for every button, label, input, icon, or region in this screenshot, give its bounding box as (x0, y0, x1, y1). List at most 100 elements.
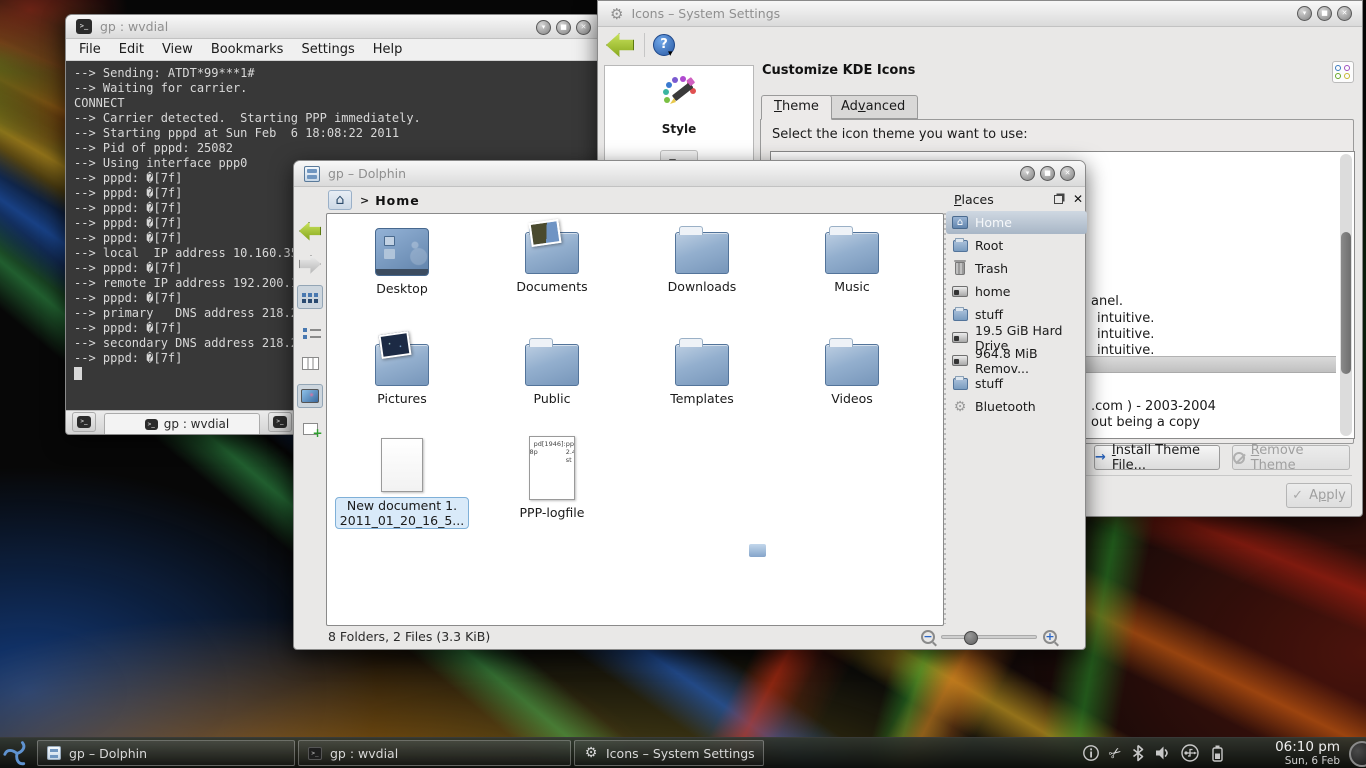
zoom-control: − + (921, 630, 1057, 644)
file-label: New document 1.2011_01_20_16_5... (335, 497, 469, 529)
file-item[interactable]: Downloads (627, 224, 777, 336)
split-view-button[interactable] (297, 417, 323, 441)
details-view-button[interactable] (297, 318, 323, 342)
file-item[interactable]: Desktop (327, 224, 477, 336)
file-icon (675, 344, 729, 386)
klipper-scissors-icon[interactable]: ✂ (1105, 742, 1126, 764)
remove-theme-label: Remove Theme (1251, 443, 1349, 473)
scrollbar-thumb[interactable] (1341, 232, 1351, 374)
install-theme-button[interactable]: → Install Theme File... (1094, 445, 1220, 470)
close-panel-icon[interactable]: ✕ (1073, 192, 1083, 206)
terminal-tab[interactable]: >_ gp : wvdial (104, 413, 260, 434)
breadcrumb-home[interactable]: Home (375, 193, 420, 208)
maximize-button[interactable]: ■ (1317, 6, 1332, 21)
file-label: Videos (831, 391, 873, 406)
arrow-right-icon (299, 255, 321, 274)
drag-ghost-icon (749, 544, 766, 557)
close-button[interactable]: ✕ (576, 20, 591, 35)
file-item[interactable]: Music (777, 224, 927, 336)
columns-view-button[interactable] (297, 351, 323, 375)
app-launcher-icon[interactable] (2, 739, 32, 768)
theme-description-fragment: intuitive. (1097, 327, 1154, 342)
tab-list-button[interactable]: >_ (268, 412, 292, 432)
new-tab-button[interactable]: >_ (72, 412, 96, 432)
close-button[interactable]: ✕ (1060, 166, 1075, 181)
folder-view[interactable]: Desktop Documents Downloads Music (326, 213, 944, 626)
maximize-button[interactable]: ■ (556, 20, 571, 35)
maximize-button[interactable]: ■ (1040, 166, 1055, 181)
minimize-button[interactable]: ▾ (1297, 6, 1312, 21)
menu-item[interactable]: Bookmarks (202, 40, 293, 59)
info-icon[interactable] (1082, 744, 1100, 762)
icons-view-button[interactable] (297, 285, 323, 309)
volume-icon[interactable] (1154, 744, 1171, 762)
place-icon: ⌂ (952, 215, 968, 231)
clock[interactable]: 06:10 pm Sun, 6 Feb (1275, 740, 1340, 767)
menu-item[interactable]: File (70, 40, 110, 59)
menu-item[interactable]: Help (364, 40, 412, 59)
home-icon[interactable]: ⌂ (328, 190, 352, 210)
back-button[interactable] (297, 219, 323, 243)
battery-icon[interactable] (1209, 744, 1225, 763)
menu-item[interactable]: View (153, 40, 202, 59)
places-item[interactable]: ⚙ Bluetooth (946, 395, 1087, 418)
zoom-slider[interactable] (941, 635, 1037, 639)
file-item[interactable]: Public (477, 336, 627, 436)
places-item[interactable]: ⌂ Home (946, 211, 1087, 234)
apply-button[interactable]: ✓ Apply (1286, 483, 1352, 508)
terminal-titlebar[interactable]: >_ gp : wvdial ▾ ■ ✕ (66, 15, 601, 39)
panel-toolbox-icon[interactable] (1349, 741, 1366, 767)
file-item[interactable]: Jan 17 09:47:18 gp-Aspire-5738 pppd[1946… (477, 436, 627, 566)
forward-button[interactable] (297, 252, 323, 276)
breadcrumb: ⌂ > Home (326, 187, 944, 213)
places-item[interactable]: home (946, 280, 1087, 303)
settings-app-icon: ⚙ (610, 5, 623, 23)
place-label: stuff (975, 307, 1003, 322)
places-item[interactable]: Trash (946, 257, 1087, 280)
zoom-slider-handle[interactable] (964, 631, 978, 645)
bluetooth-icon[interactable] (1131, 744, 1145, 762)
overview-icon-button[interactable] (1332, 61, 1354, 83)
remove-theme-button[interactable]: Remove Theme (1232, 445, 1350, 470)
tab-advanced[interactable]: Advanced (828, 95, 918, 119)
zoom-out-icon[interactable]: − (921, 630, 935, 644)
place-label: stuff (975, 376, 1003, 391)
taskbar-task[interactable]: >_ gp : wvdial (298, 740, 571, 766)
file-item[interactable]: Templates (627, 336, 777, 436)
file-icon (375, 344, 429, 386)
clock-date: Sun, 6 Feb (1275, 755, 1340, 767)
preview-button[interactable] (297, 384, 323, 408)
sidebar-item-style[interactable]: Style (605, 66, 753, 136)
minimize-button[interactable]: ▾ (1020, 166, 1035, 181)
file-icon (525, 232, 579, 274)
places-item[interactable]: Root (946, 234, 1087, 257)
file-item[interactable]: Pictures (327, 336, 477, 436)
terminal-line: --> Carrier detected. Starting PPP immed… (74, 111, 593, 126)
dot-icon (1344, 65, 1350, 71)
file-item[interactable]: Videos (777, 336, 927, 436)
dolphin-titlebar[interactable]: gp – Dolphin ▾ ■ ✕ (294, 161, 1085, 187)
dot-icon (1344, 73, 1350, 79)
place-label: home (975, 284, 1010, 299)
zoom-in-icon[interactable]: + (1043, 630, 1057, 644)
usb-device-icon[interactable] (1180, 744, 1200, 762)
menu-item[interactable]: Edit (110, 40, 153, 59)
float-panel-icon[interactable] (1054, 195, 1063, 204)
minimize-button[interactable]: ▾ (536, 20, 551, 35)
terminal-icon: >_ (273, 416, 287, 428)
theme-description-fragment: anel. (1091, 294, 1123, 309)
places-item[interactable]: 964.8 MiB Remov... (946, 349, 1087, 372)
close-button[interactable]: ✕ (1337, 6, 1352, 21)
terminal-line: CONNECT (74, 96, 593, 111)
terminal-title: gp : wvdial (100, 19, 168, 34)
back-button[interactable] (606, 33, 634, 57)
menu-item[interactable]: Settings (292, 40, 363, 59)
settings-titlebar[interactable]: ⚙ Icons – System Settings ▾ ■ ✕ (598, 1, 1362, 27)
dolphin-app-icon (304, 166, 320, 182)
taskbar-task[interactable]: gp – Dolphin (37, 740, 295, 766)
file-item[interactable]: New document 1.2011_01_20_16_5... (327, 436, 477, 566)
file-item[interactable]: Documents (477, 224, 627, 336)
tab-theme[interactable]: Theme (761, 95, 832, 120)
scrollbar[interactable] (1340, 154, 1352, 436)
taskbar-task[interactable]: ⚙ Icons – System Settings (574, 740, 764, 766)
